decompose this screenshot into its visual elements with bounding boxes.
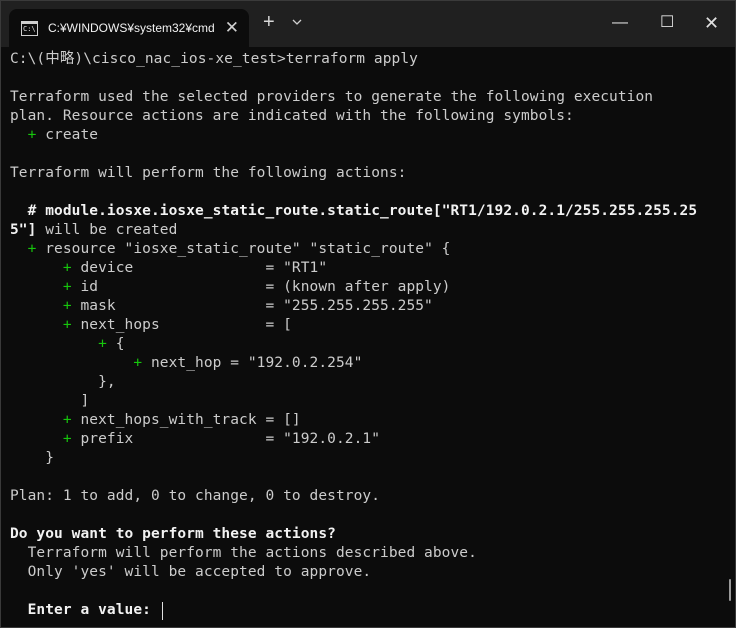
maximize-button[interactable]: ☐ [660, 13, 674, 33]
tab-title: C:¥WINDOWS¥system32¥cmd [48, 21, 215, 35]
terminal-output[interactable]: C:\(中略)\cisco_nac_ios-xe_test>terraform … [1, 47, 735, 627]
enter-value-prompt: Enter a value: [10, 602, 160, 618]
attr-text: mask = "255.255.255.255" [71, 298, 433, 314]
perform-line: Terraform will perform the following act… [10, 165, 407, 181]
attr-prefix: + prefix = "192.0.2.1" [10, 430, 380, 449]
plan-line: Plan: 1 to add, 0 to change, 0 to destro… [10, 488, 381, 504]
module-line-cont: 5"] will be created [10, 221, 177, 240]
plus-symbol: + [62, 279, 72, 295]
chevron-down-icon[interactable] [291, 17, 303, 27]
symbol-create-line: + create [10, 126, 98, 145]
resource-close-line: } [10, 450, 55, 466]
hash-mark: # [10, 203, 46, 219]
intro-line-2: plan. Resource actions are indicated wit… [10, 108, 574, 124]
plus-symbol: + [133, 355, 143, 371]
plus-symbol: + [62, 260, 72, 276]
prompt-line: C:\(中略)\cisco_nac_ios-xe_test>terraform … [10, 51, 418, 67]
plus-symbol: + [62, 298, 72, 314]
terminal-window: C:\ C:¥WINDOWS¥system32¥cmd ✕ + — ☐ ✕ C:… [0, 0, 736, 628]
plus-symbol: + [62, 412, 72, 428]
scrollbar-thumb[interactable] [729, 579, 731, 601]
attr-id: + id = (known after apply) [10, 278, 451, 297]
tab-close-icon[interactable]: ✕ [225, 19, 239, 36]
plus-symbol: + [62, 317, 72, 333]
attr-mask: + mask = "255.255.255.255" [10, 297, 433, 316]
bracket-close-line: ] [10, 393, 90, 409]
will-be-created: will be created [36, 222, 178, 238]
resource-decl: resource "iosxe_static_route" "static_ro… [36, 241, 451, 257]
module-line: # module.iosxe.iosxe_static_route.static… [10, 202, 697, 221]
attr-device: + device = "RT1" [10, 259, 327, 278]
question-line: Do you want to perform these actions? [10, 526, 336, 542]
attr-text: { [106, 336, 125, 352]
plus-symbol: + [98, 336, 107, 352]
attr-text: prefix = "192.0.2.1" [71, 431, 381, 447]
minimize-button[interactable]: — [612, 13, 628, 33]
desc-line-2: Only 'yes' will be accepted to approve. [10, 564, 372, 580]
new-tab-button[interactable]: + [263, 12, 275, 32]
attr-next-hops-with-track: + next_hops_with_track = [] [10, 411, 301, 430]
module-path-cont: 5"] [10, 222, 37, 238]
intro-line-1: Terraform used the selected providers to… [10, 89, 654, 105]
text-cursor[interactable] [162, 602, 163, 620]
desc-line-1: Terraform will perform the actions descr… [10, 545, 477, 561]
resource-line: + resource "iosxe_static_route" "static_… [10, 240, 451, 259]
plus-symbol: + [62, 431, 72, 447]
command-prompt-icon: C:\ [21, 20, 38, 36]
attr-next-hop: + next_hop = "192.0.2.254" [10, 354, 362, 373]
title-bar: C:\ C:¥WINDOWS¥system32¥cmd ✕ + — ☐ ✕ [1, 1, 735, 47]
attr-text: next_hops = [ [71, 317, 292, 333]
brace-close-line: }, [10, 374, 116, 390]
close-button[interactable]: ✕ [704, 13, 719, 33]
attr-text: device = "RT1" [71, 260, 328, 276]
attr-text: next_hop = "192.0.2.254" [142, 355, 363, 371]
tab-cmd[interactable]: C:\ C:¥WINDOWS¥system32¥cmd ✕ [9, 9, 249, 47]
attr-next-hops: + next_hops = [ [10, 316, 292, 335]
brace-open-line: + { [10, 335, 125, 354]
module-path: module.iosxe.iosxe_static_route.static_r… [45, 203, 698, 219]
create-label: create [36, 127, 99, 143]
attr-text: next_hops_with_track = [] [71, 412, 301, 428]
attr-text: id = (known after apply) [71, 279, 451, 295]
